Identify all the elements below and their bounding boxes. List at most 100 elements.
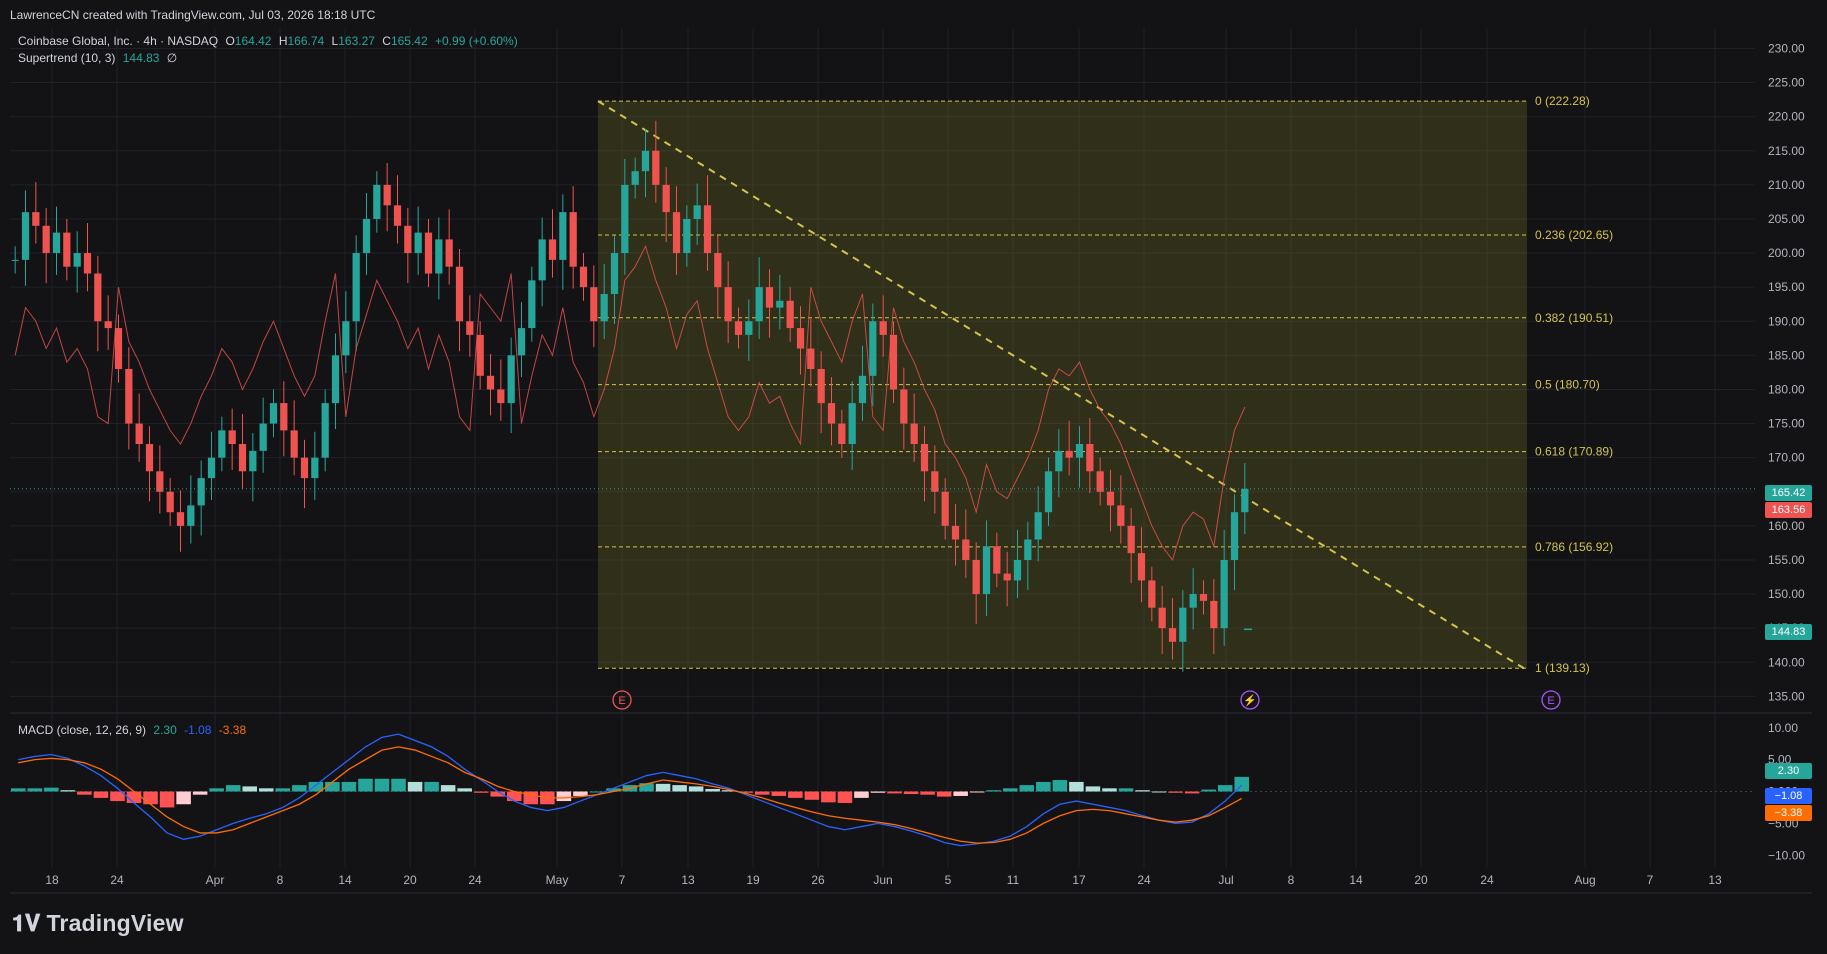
macd-histogram-bar [804,791,820,800]
candle-body [641,150,650,172]
candle-body [238,444,247,472]
candle-body [1210,600,1218,629]
candle-body [145,444,154,472]
macd-tick-label: 10.00 [1768,721,1798,735]
macd-histogram-bar [93,791,109,798]
candle-body [920,444,929,472]
candle-body [807,348,815,369]
macd-legend-value: 2.30 [153,723,177,737]
candle-body [259,423,267,451]
candle-body [1013,559,1022,581]
candle-body [1106,491,1115,506]
candle-body [796,328,805,349]
candle-body [21,212,30,260]
macd-histogram-bar [60,790,76,792]
candle-body [1199,594,1208,601]
macd-tick-label: −10.00 [1768,848,1805,862]
candle-body [900,389,908,424]
candle-body [52,232,61,254]
candle-body [1168,628,1177,642]
symbol-label[interactable]: Coinbase Global, Inc. · 4h · NASDAQ [18,34,218,48]
time-tick-label: 18 [45,873,59,887]
macd-histogram-bar [837,791,853,803]
macd-histogram-bar [391,778,406,792]
macd-histogram-bar [887,791,902,794]
macd-legend[interactable]: MACD (close, 12, 26, 9) 2.30 -1.08 -3.38 [18,723,250,737]
macd-histogram-bar [920,791,935,795]
time-tick-label: 13 [1708,873,1722,887]
macd-histogram-bar [1102,788,1117,792]
candle-body [538,239,546,281]
candle-body [497,389,505,404]
time-tick-label: Jun [873,873,892,887]
candle-body [879,321,887,335]
macd-histogram-bar [440,785,456,792]
chart-stage: 135.00140.00145.00150.00155.00160.00165.… [0,0,1827,954]
macd-histogram-bar [688,786,704,792]
candle-body [703,205,712,254]
candle-body [424,232,433,274]
price-tick-label: 215.00 [1768,144,1805,158]
candle-body [1230,512,1239,560]
candle-body [621,184,629,254]
candle-body [218,430,226,458]
candle-body [373,184,381,219]
price-tick-label: 175.00 [1768,417,1805,431]
candle-body [827,403,836,424]
event-marker-label: ⚡ [1243,694,1257,707]
candle-body [610,253,619,294]
candle-body [94,273,102,322]
candle-body [1086,444,1094,472]
candle-body [993,546,1001,574]
candle-body [848,403,856,445]
tradingview-logo[interactable]: 𝟏𝐕 TradingView [12,910,184,937]
candle-body [187,505,195,526]
candle-body [569,212,577,267]
fib-level-label: 0.382 (190.51) [1535,311,1613,325]
candle-body [1179,607,1187,642]
candle-body [631,171,639,185]
candle-body [724,287,732,322]
time-tick-label: 8 [1288,873,1295,887]
high-label: H [278,34,288,48]
macd-histogram-bar [192,791,208,795]
candle-body [548,239,557,260]
price-tick-label: 160.00 [1768,519,1805,533]
candle-body [1127,525,1135,554]
chart-credit: LawrenceCN created with TradingView.com,… [10,8,376,22]
open-value: 164.42 [234,34,272,48]
supertrend-hidden-icon[interactable]: ∅ [167,51,177,65]
candle-body [342,321,350,356]
chart-canvas[interactable]: 135.00140.00145.00150.00155.00160.00165.… [0,0,1827,954]
fib-level-label: 0.786 (156.92) [1535,540,1613,554]
time-tick-label: May [546,873,569,887]
candle-body [858,375,867,404]
time-tick-label: Apr [206,873,225,887]
supertrend-legend[interactable]: Supertrend (10, 3) 144.83 ∅ [18,51,181,65]
macd-histogram-bar [788,791,803,798]
macd-histogram-bar [11,788,26,792]
candle-body [393,205,402,226]
candle-body [745,321,753,335]
macd-histogram-bar [358,778,373,792]
candle-body [941,491,949,526]
candle-body [404,225,412,254]
macd-histogram-bar [275,788,291,792]
macd-histogram-bar [473,791,489,793]
price-tick-label: 200.00 [1768,246,1805,260]
macd-histogram-bar [854,791,869,798]
price-tick-label: 135.00 [1768,689,1805,703]
time-tick-label: 17 [1072,873,1086,887]
candle-body [600,293,608,322]
macd-histogram-bar [407,781,423,792]
candle-body [207,457,216,479]
candle-body [1024,539,1032,560]
supertrend-label: Supertrend (10, 3) [18,51,116,65]
price-tick-label: 210.00 [1768,178,1805,192]
candle-body [104,321,112,329]
high-value: 166.74 [287,34,325,48]
macd-signal-line [18,746,1243,844]
time-tick-label: 5 [945,873,952,887]
candle-body [590,287,598,322]
candle-body [352,253,360,322]
